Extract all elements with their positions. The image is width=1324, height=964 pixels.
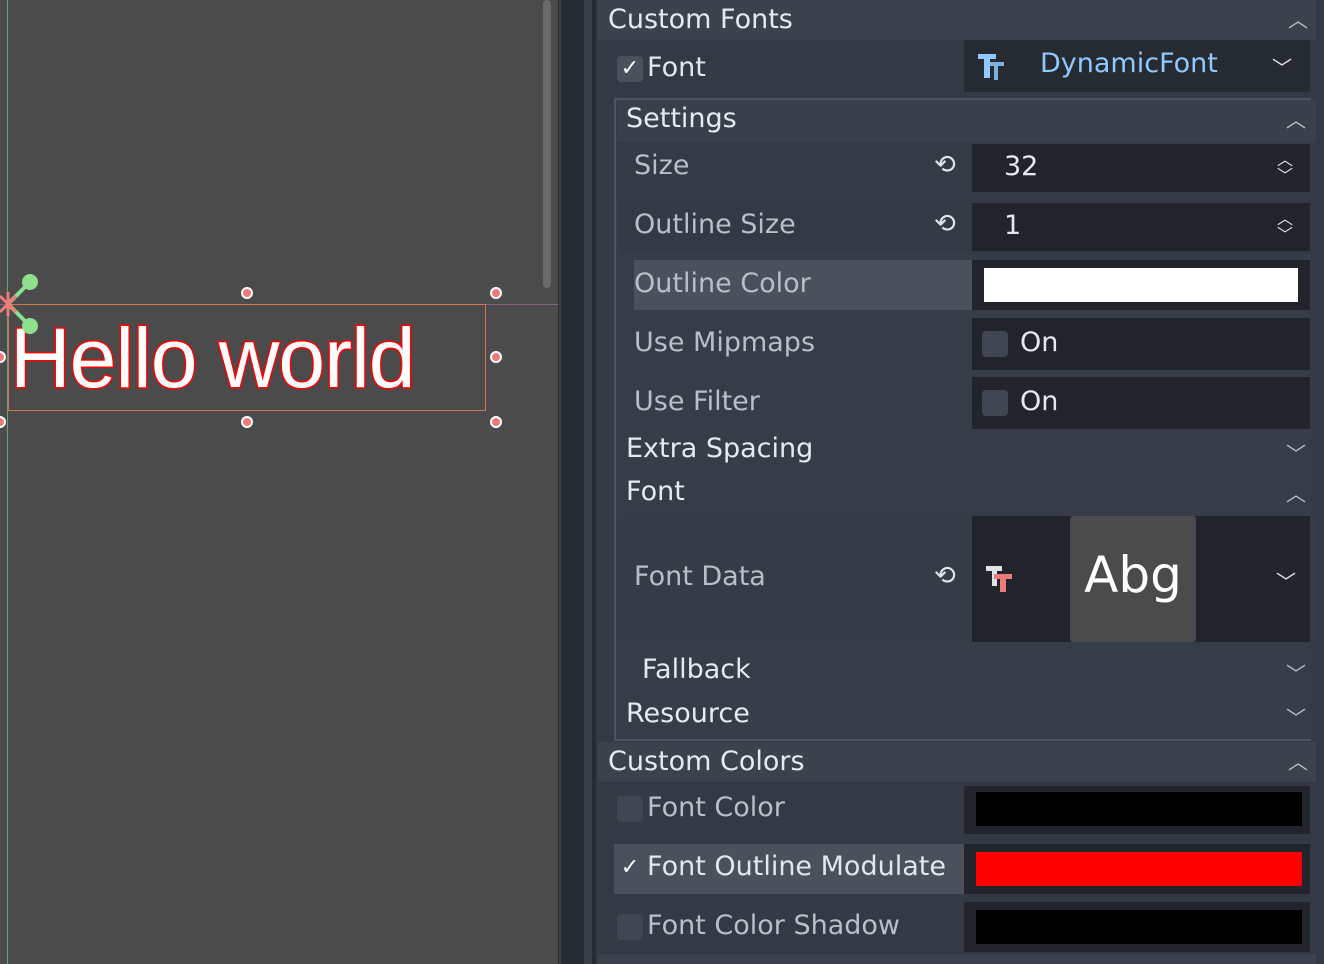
font-color-label: Font Color: [647, 792, 785, 823]
custom-colors-title: Custom Colors: [608, 746, 805, 777]
resource-title: Resource: [626, 698, 750, 729]
use-filter-value: On: [1020, 386, 1059, 417]
spin-arrows-icon[interactable]: ︿ ﹀: [1274, 211, 1296, 243]
font-outline-modulate-checkbox[interactable]: ✓: [617, 855, 643, 881]
font-property-label: Font: [647, 52, 706, 83]
use-mipmaps-field[interactable]: On: [972, 318, 1310, 370]
size-label: Size: [634, 150, 690, 181]
revert-icon[interactable]: ⟲: [934, 150, 956, 180]
inspector-scrollbar-track[interactable]: [584, 0, 592, 964]
pivot-anchor-icon[interactable]: [0, 270, 50, 340]
resource-section-header[interactable]: Resource ﹀: [618, 696, 1316, 736]
custom-fonts-section-header[interactable]: Custom Fonts ︿: [598, 0, 1316, 40]
font-section-title: Font: [626, 476, 685, 507]
font-outline-modulate-label: Font Outline Modulate: [647, 851, 946, 882]
outline-size-label: Outline Size: [634, 209, 796, 240]
hello-world-label[interactable]: Hello world: [9, 310, 490, 407]
font-color-shadow-swatch[interactable]: [976, 910, 1302, 944]
font-color-checkbox[interactable]: [617, 796, 643, 822]
font-resource-picker[interactable]: DynamicFont ﹀: [964, 40, 1310, 92]
use-filter-label: Use Filter: [634, 386, 760, 417]
extra-spacing-title: Extra Spacing: [626, 433, 814, 464]
resize-handle-bottom-left[interactable]: [0, 416, 6, 428]
resize-handle-bottom[interactable]: [241, 416, 253, 428]
use-mipmaps-checkbox[interactable]: [982, 331, 1008, 357]
outline-color-picker[interactable]: [972, 260, 1310, 310]
use-filter-field[interactable]: On: [972, 377, 1310, 429]
resize-handle-right[interactable]: [490, 351, 502, 363]
outline-size-spinbox[interactable]: 1 ︿ ﹀: [972, 203, 1310, 251]
revert-icon[interactable]: ⟲: [934, 209, 956, 239]
vertical-guide-line: [7, 0, 8, 964]
resize-handle-left[interactable]: [0, 351, 6, 363]
font-outline-modulate-picker[interactable]: [964, 844, 1310, 894]
outline-size-value: 1: [1004, 210, 1022, 241]
chevron-up-icon: ︿: [1288, 750, 1308, 774]
dynamic-font-icon: [978, 54, 1004, 80]
chevron-down-icon[interactable]: ﹀: [1272, 52, 1292, 81]
chevron-up-icon: ︿: [1288, 8, 1308, 32]
font-preview-text: Abg: [1084, 546, 1182, 604]
font-section-header[interactable]: Font ︿: [618, 474, 1316, 514]
panel-splitter[interactable]: [558, 0, 596, 964]
font-outline-modulate-swatch[interactable]: [976, 852, 1302, 886]
font-data-picker[interactable]: Abg ﹀: [972, 516, 1310, 642]
font-data-label: Font Data: [634, 561, 766, 592]
size-spinbox[interactable]: 32 ︿ ﹀: [972, 144, 1310, 192]
viewport-scrollbar[interactable]: [543, 0, 551, 288]
fallback-title: Fallback: [642, 654, 751, 685]
inspector-panel: Custom Fonts ︿ ✓ Font DynamicFont ﹀ Sett…: [596, 0, 1324, 964]
outline-color-swatch[interactable]: [984, 268, 1298, 302]
chevron-down-icon: ﹀: [1286, 662, 1306, 686]
font-color-shadow-picker[interactable]: [964, 902, 1310, 952]
settings-title: Settings: [626, 103, 737, 134]
next-section-edge: [598, 954, 1316, 964]
custom-colors-section-header[interactable]: Custom Colors ︿: [598, 742, 1316, 782]
extra-spacing-section-header[interactable]: Extra Spacing ﹀: [618, 432, 1316, 472]
use-mipmaps-label: Use Mipmaps: [634, 327, 816, 358]
settings-section-header[interactable]: Settings ︿: [618, 100, 1316, 142]
fallback-section-header[interactable]: Fallback ﹀: [618, 652, 1316, 692]
chevron-up-icon: ︿: [1286, 482, 1306, 506]
use-mipmaps-value: On: [1020, 327, 1059, 358]
font-color-shadow-checkbox[interactable]: [617, 914, 643, 940]
font-color-shadow-label: Font Color Shadow: [647, 910, 900, 941]
splitter-edge: [559, 0, 561, 964]
font-resource-value: DynamicFont: [1040, 48, 1218, 79]
chevron-down-icon: ﹀: [1286, 442, 1306, 466]
chevron-down-icon: ﹀: [1286, 706, 1306, 730]
chevron-down-icon[interactable]: ﹀: [1276, 566, 1296, 595]
canvas-viewport[interactable]: Hello world: [0, 0, 558, 964]
font-preview-thumbnail: Abg: [1070, 516, 1196, 642]
spin-arrows-icon[interactable]: ︿ ﹀: [1274, 152, 1296, 184]
font-checkbox[interactable]: ✓: [617, 56, 643, 82]
custom-fonts-title: Custom Fonts: [608, 4, 793, 35]
font-color-picker[interactable]: [964, 786, 1310, 834]
use-filter-checkbox[interactable]: [982, 390, 1008, 416]
resize-handle-top-right[interactable]: [490, 287, 502, 299]
chevron-up-icon: ︿: [1286, 108, 1306, 132]
resize-handle-top[interactable]: [241, 287, 253, 299]
font-file-icon: [986, 566, 1012, 592]
resize-handle-bottom-right[interactable]: [490, 416, 502, 428]
revert-icon[interactable]: ⟲: [934, 561, 956, 591]
outline-color-label: Outline Color: [634, 268, 811, 299]
size-value: 32: [1004, 151, 1039, 182]
font-color-swatch[interactable]: [976, 792, 1302, 826]
